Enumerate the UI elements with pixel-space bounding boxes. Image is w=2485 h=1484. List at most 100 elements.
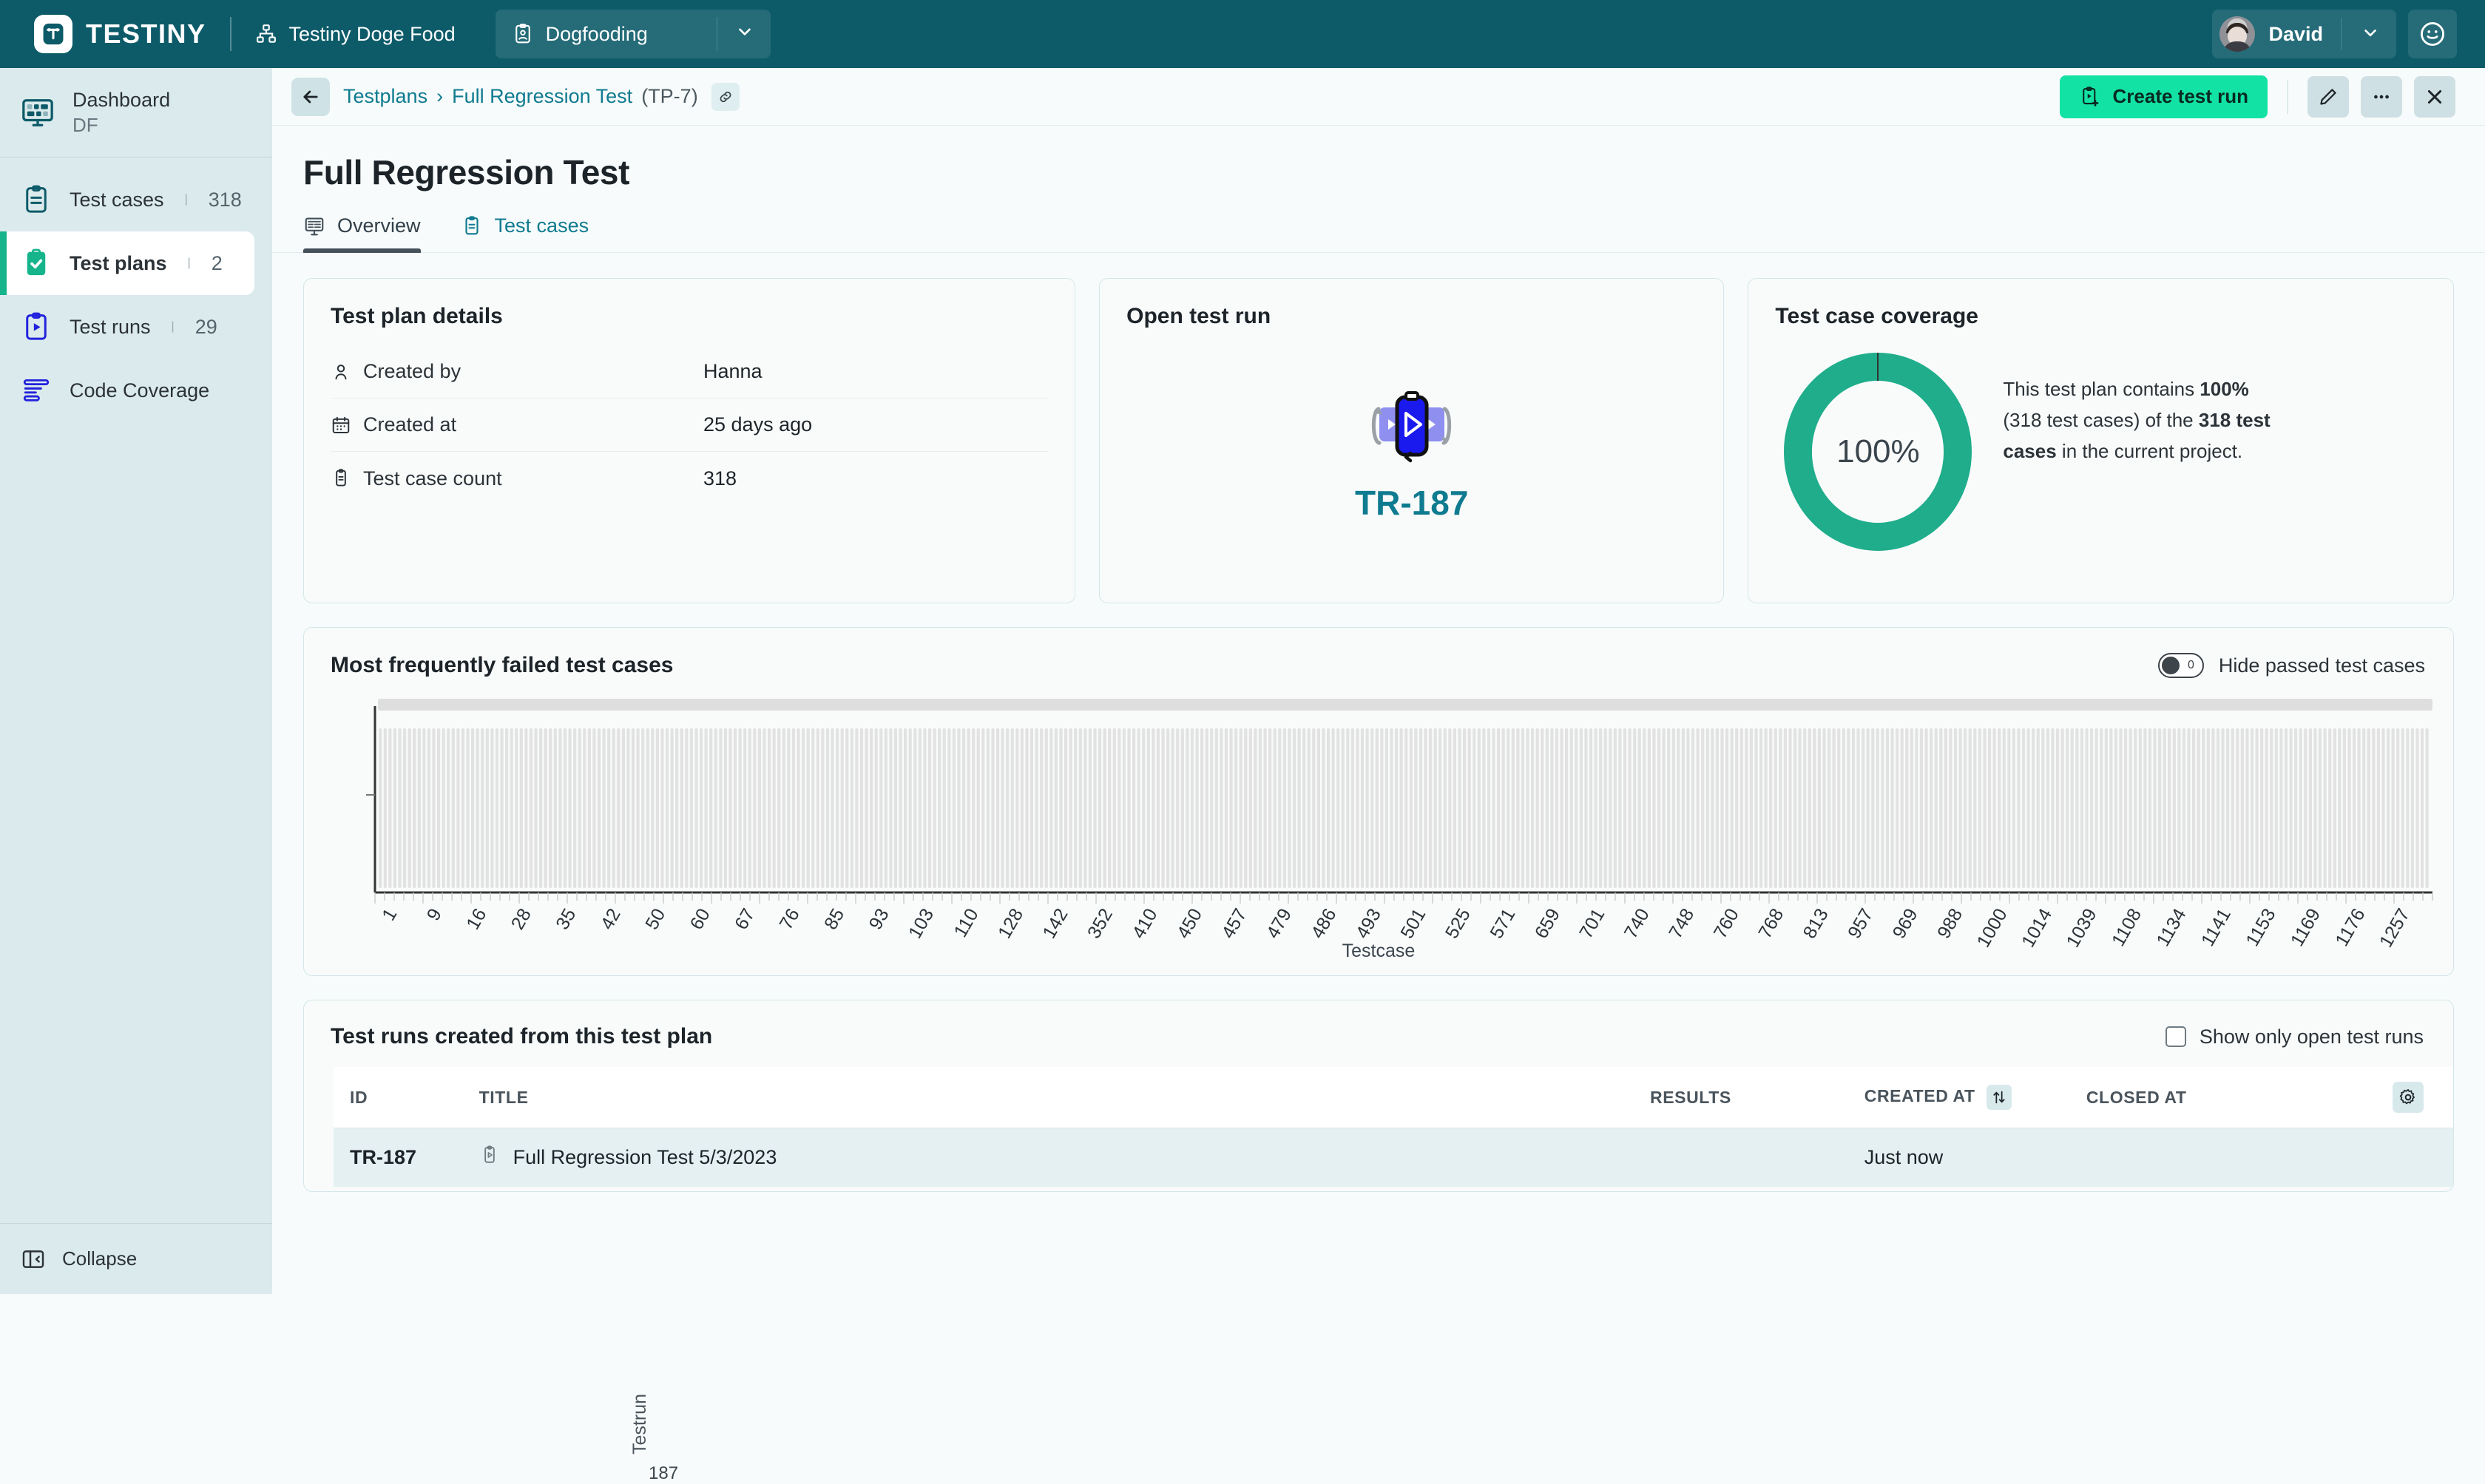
- cell-run-id[interactable]: TR-187: [334, 1128, 479, 1187]
- coverage-text-2: (318 test cases): [2003, 409, 2140, 432]
- svg-text:450: 450: [1173, 905, 1206, 942]
- chevron-down-icon[interactable]: [2355, 23, 2390, 46]
- feedback-button[interactable]: [2408, 10, 2457, 58]
- project-name: Dogfooding: [545, 22, 648, 45]
- table-row[interactable]: TR-187 Full Regression Test 5/3/2023 Jus…: [334, 1128, 2453, 1187]
- cell-title-text: Full Regression Test 5/3/2023: [513, 1146, 777, 1168]
- svg-text:85: 85: [820, 905, 848, 933]
- sidebar-item-label: Code Coverage: [70, 379, 210, 402]
- sidebar-item-test-plans[interactable]: Test plans | 2: [0, 231, 254, 296]
- coverage-body: 100% This test plan contains 100% (318 t…: [1748, 329, 2453, 555]
- create-test-run-button[interactable]: Create test run: [2059, 75, 2268, 118]
- sidebar-item-label: Test runs: [70, 315, 151, 338]
- tab-test-cases[interactable]: Test cases: [461, 214, 589, 252]
- workspace-selector[interactable]: Testiny Doge Food: [255, 23, 456, 46]
- column-header-created-at[interactable]: CREATED AT: [1864, 1067, 2086, 1128]
- project-icon: [515, 24, 530, 44]
- svg-text:128: 128: [994, 905, 1027, 942]
- column-header-title[interactable]: TITLE: [479, 1067, 1650, 1128]
- tab-label: Overview: [337, 214, 421, 237]
- chevron-down-icon[interactable]: [735, 22, 754, 47]
- sidebar-item-dashboard[interactable]: Dashboard DF: [0, 68, 272, 157]
- svg-text:525: 525: [1441, 905, 1475, 942]
- org-tree-icon: [256, 24, 276, 43]
- create-test-run-icon: [2082, 86, 2098, 106]
- breadcrumb-root[interactable]: Testplans: [343, 85, 427, 108]
- svg-text:28: 28: [507, 905, 535, 933]
- workspace-name: Testiny Doge Food: [288, 22, 456, 45]
- detail-label: Created by: [363, 360, 462, 382]
- detail-row: Created by Hanna: [331, 345, 1049, 399]
- gear-icon[interactable]: [2392, 1082, 2424, 1113]
- chart-svg: 1 9 16 28 35 42 50 60 67 76 85 93 103 110 128 142 352 410…: [366, 699, 2433, 951]
- user-icon: [331, 362, 363, 382]
- column-header-closed-at[interactable]: CLOSED AT: [2086, 1067, 2393, 1128]
- sidebar-dashboard-subtitle: DF: [72, 113, 98, 136]
- hide-passed-toggle[interactable]: 0: [2157, 653, 2204, 678]
- test-runs-icon: [26, 312, 47, 340]
- sort-icon[interactable]: [1986, 1085, 2012, 1110]
- sidebar-item-test-runs[interactable]: Test runs | 29: [0, 295, 254, 359]
- svg-text:35: 35: [552, 905, 580, 933]
- coverage-text-1: This test plan contains: [2003, 378, 2200, 400]
- show-open-runs-checkbox[interactable]: [2165, 1026, 2186, 1047]
- column-header-settings: [2392, 1067, 2453, 1128]
- sidebar-dashboard-title: Dashboard: [72, 89, 171, 111]
- chart-y-axis-label: Testrun: [629, 1394, 650, 1454]
- sidebar-item-test-cases[interactable]: Test cases | 318: [0, 168, 254, 231]
- breadcrumb-current[interactable]: Full Regression Test: [452, 85, 632, 108]
- calendar-icon: [331, 415, 363, 436]
- svg-text:813: 813: [1799, 905, 1833, 942]
- copy-link-icon[interactable]: [711, 82, 740, 111]
- project-selector[interactable]: Dogfooding: [495, 10, 771, 58]
- show-open-runs-filter[interactable]: Show only open test runs: [2165, 1025, 2424, 1048]
- table-head: ID TITLE RESULTS CREATED AT CLOSED AT: [334, 1067, 2453, 1128]
- svg-text:486: 486: [1307, 905, 1340, 942]
- svg-text:42: 42: [597, 905, 625, 933]
- detail-label: Test case count: [363, 467, 502, 489]
- svg-text:103: 103: [905, 905, 938, 942]
- column-header-results[interactable]: RESULTS: [1649, 1067, 1864, 1128]
- sidebar-count-divider: |: [184, 193, 188, 206]
- cell-spacer: [2392, 1128, 2453, 1187]
- user-menu[interactable]: David: [2212, 10, 2396, 58]
- cell-created-at: Just now: [1864, 1128, 2086, 1187]
- svg-text:493: 493: [1352, 905, 1385, 942]
- detail-row: Test case count 318: [331, 452, 1048, 505]
- tab-overview[interactable]: Overview: [303, 214, 421, 253]
- sidebar-collapse-button[interactable]: Collapse: [0, 1223, 272, 1294]
- actions-divider: [2287, 79, 2288, 114]
- table-header: ID TITLE RESULTS CREATED AT CLOSED AT: [334, 1067, 2453, 1128]
- svg-text:571: 571: [1486, 905, 1519, 942]
- close-button[interactable]: [2414, 75, 2455, 118]
- column-header-id[interactable]: ID: [334, 1067, 479, 1128]
- table-title: Test runs created from this test plan: [331, 1024, 713, 1048]
- open-test-run-body[interactable]: TR-187: [1100, 329, 1723, 603]
- coverage-percent: 100%: [1836, 433, 1920, 470]
- column-header-created-at-label: CREATED AT: [1864, 1086, 1975, 1106]
- test-cases-icon: [464, 215, 479, 234]
- toggle-state-label: 0: [2187, 659, 2194, 671]
- clipboard-icon: [331, 468, 363, 489]
- user-name: David: [2268, 22, 2323, 45]
- sidebar-item-code-coverage[interactable]: Code Coverage: [0, 359, 254, 422]
- svg-text:740: 740: [1620, 905, 1654, 942]
- coverage-percent-bold: 100%: [2200, 378, 2249, 400]
- code-coverage-icon: [23, 379, 50, 402]
- sidebar-count-divider: |: [171, 320, 175, 333]
- failed-test-cases-chart: 1 9 16 28 35 42 50 60 67 76 85 93 103 110 128 142 352 410…: [304, 699, 2455, 972]
- smiley-icon: [2421, 22, 2444, 46]
- show-open-runs-label: Show only open test runs: [2199, 1025, 2424, 1048]
- coverage-donut-chart: 100%: [1778, 348, 1978, 555]
- more-options-button[interactable]: [2361, 75, 2402, 118]
- back-button[interactable]: [291, 77, 330, 116]
- test-runs-table-card: Test runs created from this test plan Sh…: [303, 1000, 2454, 1192]
- overview-icon: [305, 217, 324, 235]
- sidebar-count-divider: |: [187, 257, 191, 270]
- open-test-run-id[interactable]: TR-187: [1355, 483, 1468, 523]
- chart-header: Most frequently failed test cases 0 Hide…: [304, 628, 2453, 678]
- hide-passed-toggle-group[interactable]: 0 Hide passed test cases: [2157, 653, 2425, 678]
- brand-logo[interactable]: TESTINY: [18, 15, 206, 53]
- chart-title: Most frequently failed test cases: [331, 653, 674, 677]
- edit-button[interactable]: [2308, 75, 2349, 118]
